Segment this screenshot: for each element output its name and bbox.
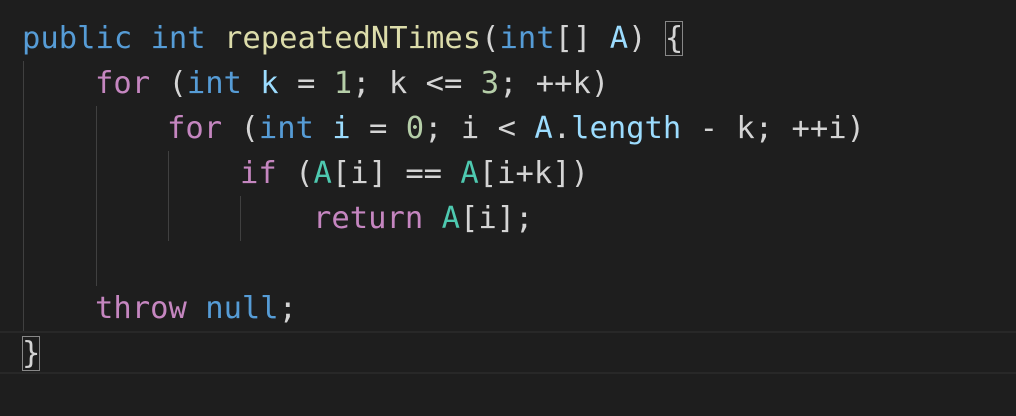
- token-param: A: [609, 21, 629, 56]
- token-variable: k: [388, 66, 408, 101]
- token-punct: ; ++: [754, 111, 829, 146]
- token-punct: (: [222, 111, 259, 146]
- token-operator: <: [479, 111, 535, 146]
- code-line-2[interactable]: for (int k = 1; k <= 3; ++k): [95, 61, 609, 106]
- token-keyword: for: [167, 111, 223, 146]
- token-variable: k: [260, 66, 279, 101]
- token-null: null: [205, 291, 279, 326]
- token-punct: ;: [352, 66, 389, 101]
- code-editor[interactable]: public int repeatedNTimes(int[] A) { for…: [0, 0, 1016, 416]
- token-bracket: [: [478, 156, 498, 191]
- token-param: A: [534, 111, 553, 146]
- matching-bracket-open: {: [664, 21, 684, 56]
- indent-guide-level-4: [240, 196, 241, 241]
- token-bracket: [: [331, 156, 351, 191]
- token-punct: ;: [278, 291, 298, 326]
- token-variable: i: [478, 201, 497, 236]
- token-param: A: [313, 156, 332, 191]
- token-number: 3: [480, 66, 500, 101]
- token-operator: ] ==: [368, 156, 461, 191]
- token-type: int: [186, 66, 242, 101]
- indent-guide-level-2: [96, 106, 97, 286]
- token-variable: i: [350, 156, 369, 191]
- token-variable: i: [497, 156, 516, 191]
- token-param: A: [441, 201, 460, 236]
- token-property: length: [571, 111, 682, 146]
- token-bracket: ]): [552, 156, 590, 191]
- token-variable: k: [572, 66, 591, 101]
- code-line-4[interactable]: if (A[i] == A[i+k]): [240, 151, 589, 196]
- token-keyword: return: [313, 201, 424, 236]
- token-paren: ): [590, 66, 610, 101]
- token-keyword: throw: [95, 291, 187, 326]
- token-paren: ): [846, 111, 865, 146]
- token-bracket: [: [459, 201, 479, 236]
- token-number: 1: [333, 66, 353, 101]
- current-line-highlight: [0, 331, 1016, 374]
- token-param: A: [460, 156, 479, 191]
- token-operator: =: [278, 66, 334, 101]
- token-variable: k: [736, 111, 755, 146]
- token-keyword: for: [95, 66, 151, 101]
- code-line-7[interactable]: throw null;: [95, 286, 297, 331]
- token-type: int: [258, 111, 314, 146]
- token-number: 0: [405, 111, 425, 146]
- token-punct: ;: [424, 111, 461, 146]
- token-variable: k: [533, 156, 553, 191]
- token-type: int: [150, 21, 206, 56]
- token-punct: (: [150, 66, 187, 101]
- code-line-5[interactable]: return A[i];: [313, 196, 533, 241]
- token-operator: -: [681, 111, 737, 146]
- indent-guide-level-1: [23, 61, 24, 331]
- token-keyword: public: [22, 21, 133, 56]
- token-type: int: [499, 21, 555, 56]
- token-punct: ; ++: [499, 66, 573, 101]
- code-line-3[interactable]: for (int i = 0; i < A.length - k; ++i): [167, 106, 865, 151]
- token-dot: .: [552, 111, 572, 146]
- indent-guide-level-3: [168, 151, 169, 241]
- token-operator: <=: [407, 66, 481, 101]
- token-punct: (: [276, 156, 314, 191]
- token-variable: i: [828, 111, 847, 146]
- token-brackets: []: [554, 21, 592, 56]
- token-operator: +: [515, 156, 534, 191]
- token-paren: (: [481, 21, 500, 56]
- token-function-name: repeatedNTimes: [224, 21, 482, 56]
- matching-bracket-close: }: [22, 336, 41, 371]
- code-line-8[interactable]: }: [22, 331, 41, 376]
- token-bracket: ];: [496, 201, 534, 236]
- token-keyword: if: [240, 156, 277, 191]
- token-operator: =: [350, 111, 406, 146]
- token-paren: ): [628, 21, 647, 56]
- code-line-1[interactable]: public int repeatedNTimes(int[] A) {: [22, 16, 684, 61]
- token-variable: i: [332, 111, 351, 146]
- token-variable: i: [460, 111, 480, 146]
